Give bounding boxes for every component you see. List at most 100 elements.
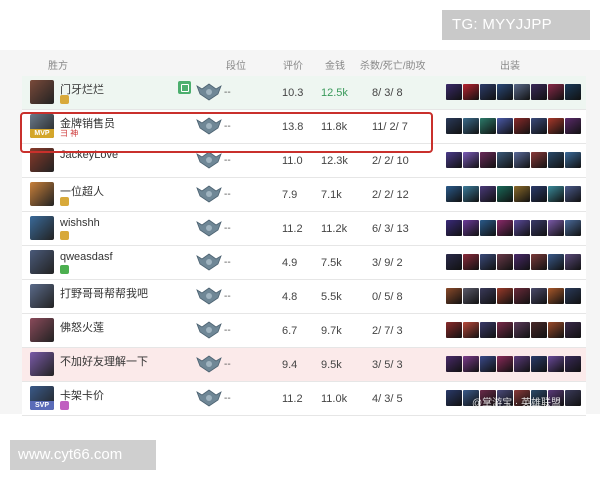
item-icon[interactable] [531,84,547,100]
item-icon[interactable] [463,356,479,372]
item-icon[interactable] [463,288,479,304]
item-icon[interactable] [497,322,513,338]
item-icon[interactable] [463,186,479,202]
item-icon[interactable] [565,288,581,304]
item-icon[interactable] [531,118,547,134]
champion-avatar[interactable] [30,182,54,206]
item-icon[interactable] [497,84,513,100]
item-icon[interactable] [531,322,547,338]
item-icon[interactable] [463,118,479,134]
score-value: 4.9 [282,257,298,269]
item-icon[interactable] [565,356,581,372]
item-icon[interactable] [480,220,496,236]
item-icon[interactable] [514,356,530,372]
item-icon[interactable] [480,152,496,168]
table-row[interactable]: 门牙烂烂 -- 10.3 12.5k 8/ 3/ 8 [22,76,586,110]
item-icon[interactable] [480,84,496,100]
item-icon[interactable] [446,220,462,236]
item-icon[interactable] [480,118,496,134]
item-icon[interactable] [446,84,462,100]
item-icon[interactable] [548,152,564,168]
item-icon[interactable] [463,84,479,100]
item-icon[interactable] [480,356,496,372]
item-icon[interactable] [463,152,479,168]
kda-value: 2/ 2/ 12 [372,189,409,201]
item-icon[interactable] [446,118,462,134]
item-icon[interactable] [446,152,462,168]
item-icon[interactable] [565,390,581,406]
table-row[interactable]: 打野哥哥帮帮我吧 -- 4.8 5.5k 0/ 5/ 8 [22,280,586,314]
item-icon[interactable] [565,220,581,236]
item-icon[interactable] [565,186,581,202]
item-icon[interactable] [548,254,564,270]
item-icon[interactable] [463,254,479,270]
item-icon[interactable] [463,220,479,236]
share-icon[interactable] [178,81,191,94]
item-icon[interactable] [531,186,547,202]
item-icon[interactable] [497,356,513,372]
item-icon[interactable] [514,186,530,202]
item-icon[interactable] [446,390,462,406]
item-icon[interactable] [480,288,496,304]
item-icon[interactable] [565,84,581,100]
item-icon[interactable] [497,254,513,270]
champion-avatar[interactable] [30,80,54,104]
item-icon[interactable] [497,118,513,134]
item-icon[interactable] [514,118,530,134]
player-badges [60,95,69,105]
item-icon[interactable] [531,152,547,168]
table-row[interactable]: 佛怒火莲 -- 6.7 9.7k 2/ 7/ 3 [22,314,586,348]
item-icon[interactable] [480,254,496,270]
item-icon[interactable] [548,288,564,304]
item-icon[interactable] [565,152,581,168]
champion-avatar[interactable] [30,352,54,376]
item-icon[interactable] [497,288,513,304]
item-icon[interactable] [514,288,530,304]
item-icon[interactable] [446,288,462,304]
item-icon[interactable] [497,220,513,236]
item-icon[interactable] [565,322,581,338]
item-icon[interactable] [446,186,462,202]
table-row[interactable]: wishshh -- 11.2 11.2k 6/ 3/ 13 [22,212,586,246]
item-icon[interactable] [548,118,564,134]
item-icon[interactable] [548,186,564,202]
champion-avatar[interactable] [30,216,54,240]
player-name[interactable]: 佛怒火莲 [60,319,104,335]
champion-avatar[interactable]: SVP [30,386,54,410]
player-name[interactable]: 不加好友理解一下 [60,353,148,369]
item-icon[interactable] [531,356,547,372]
item-icon[interactable] [514,254,530,270]
player-name[interactable]: qweasdasf [60,251,113,263]
item-icon[interactable] [548,356,564,372]
item-icon[interactable] [514,322,530,338]
item-icon[interactable] [548,322,564,338]
player-name[interactable]: 打野哥哥帮帮我吧 [60,285,148,301]
item-icon[interactable] [565,118,581,134]
item-icon[interactable] [531,288,547,304]
item-icon[interactable] [548,220,564,236]
item-icon[interactable] [514,220,530,236]
item-icon[interactable] [548,84,564,100]
champion-avatar[interactable] [30,284,54,308]
item-icon[interactable] [531,220,547,236]
item-icon[interactable] [497,152,513,168]
table-row[interactable]: 不加好友理解一下 -- 9.4 9.5k 3/ 5/ 3 [22,348,586,382]
item-icon[interactable] [565,254,581,270]
item-icon[interactable] [480,186,496,202]
item-icon[interactable] [446,356,462,372]
item-icon[interactable] [446,254,462,270]
table-row[interactable]: qweasdasf -- 4.9 7.5k 3/ 9/ 2 [22,246,586,280]
player-name[interactable]: wishshh [60,217,100,229]
champion-avatar[interactable] [30,318,54,342]
item-icon[interactable] [514,84,530,100]
item-icon[interactable] [480,322,496,338]
table-row[interactable]: 一位超人 -- 7.9 7.1k 2/ 2/ 12 [22,178,586,212]
score-value: 10.3 [282,87,304,99]
table-header: 胜方 段位 评价 金钱 杀数/死亡/助攻 出装 [0,50,600,74]
item-icon[interactable] [446,322,462,338]
item-icon[interactable] [531,254,547,270]
item-icon[interactable] [514,152,530,168]
item-icon[interactable] [497,186,513,202]
item-icon[interactable] [463,322,479,338]
champion-avatar[interactable] [30,250,54,274]
